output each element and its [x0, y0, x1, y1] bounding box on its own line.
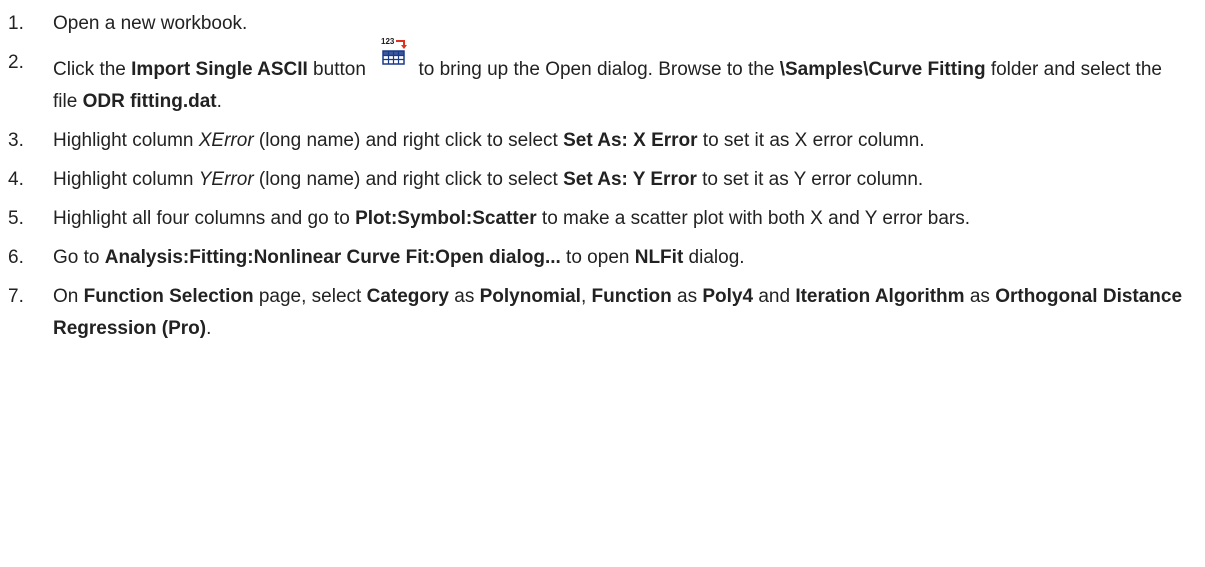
step-number: 7. [8, 286, 24, 307]
text-run: to bring up the Open dialog. Browse to t… [418, 59, 780, 80]
text-run: page, select [253, 286, 367, 307]
bold-term: Import Single ASCII [131, 59, 308, 80]
step-text: Highlight all four columns and go to Plo… [53, 208, 970, 229]
bold-term: Set As: X Error [563, 130, 698, 151]
text-run: button [307, 59, 372, 80]
bold-term: Polynomial [479, 286, 581, 307]
step-6: 6. Go to Analysis:Fitting:Nonlinear Curve… [0, 242, 1205, 274]
text-run: to open [560, 247, 635, 268]
step-number: 6. [8, 247, 24, 268]
text-run: dialog. [683, 247, 745, 268]
text-run: Highlight column [53, 130, 199, 151]
text-run: Open a new workbook. [53, 13, 248, 34]
step-number: 5. [8, 208, 24, 229]
text-run: Click the [53, 59, 132, 80]
bold-term: \Samples\Curve Fitting [779, 59, 986, 80]
step-text: Open a new workbook. [53, 13, 247, 34]
step-5: 5. Highlight all four columns and go to P… [0, 203, 1205, 235]
bold-term: Set As: Y Error [563, 169, 697, 190]
bold-term: Category [366, 286, 449, 307]
step-2: 2. Click the Import Single ASCII button 1… [0, 37, 1205, 118]
bold-term: Analysis:Fitting:Nonlinear Curve Fit:Ope… [104, 247, 561, 268]
step-text: Highlight column XError (long name) and … [53, 130, 925, 151]
text-run: and [753, 286, 796, 307]
step-7: 7. On Function Selection page, select Cat… [0, 281, 1205, 345]
italic-term: YError [198, 169, 254, 190]
bold-term: Iteration Algorithm [795, 286, 965, 307]
step-text: Go to Analysis:Fitting:Nonlinear Curve F… [53, 247, 745, 268]
step-text: Highlight column YError (long name) and … [53, 169, 923, 190]
step-number: 1. [8, 13, 24, 34]
text-run: . [206, 318, 212, 339]
bold-term: Plot:Symbol:Scatter [355, 208, 537, 229]
step-text: Click the Import Single ASCII button 123… [53, 37, 1162, 112]
icon-badge-text: 123 [381, 37, 395, 46]
text-run: (long name) and right click to select [253, 130, 564, 151]
step-1: 1. Open a new workbook. [0, 8, 1205, 40]
text-run: to make a scatter plot with both X and Y… [536, 208, 971, 229]
text-run: as [671, 286, 703, 307]
bold-term: Poly4 [702, 286, 754, 307]
instruction-steps: 1. Open a new workbook. 2. Click the Import… [0, 8, 1205, 345]
import-single-ascii-icon: 123 [377, 37, 411, 81]
step-4: 4. Highlight column YError (long name) an… [0, 164, 1205, 196]
text-run: to set it as X error column. [697, 130, 925, 151]
step-number: 4. [8, 169, 24, 190]
step-3: 3. Highlight column XError (long name) an… [0, 125, 1205, 157]
step-text: On Function Selection page, select Categ… [53, 286, 1182, 339]
text-run: Highlight column [53, 169, 199, 190]
bold-term: Function [591, 286, 672, 307]
text-run: , [580, 286, 592, 307]
text-run: Highlight all four columns and go to [53, 208, 356, 229]
bold-term: ODR fitting.dat [82, 91, 217, 112]
text-run: (long name) and right click to select [253, 169, 564, 190]
text-run: Go to [53, 247, 105, 268]
text-run: . [216, 91, 222, 112]
bold-term: NLFit [634, 247, 684, 268]
step-number: 3. [8, 130, 24, 151]
text-run: as [448, 286, 480, 307]
text-run: as [964, 286, 996, 307]
italic-term: XError [198, 130, 254, 151]
step-number: 2. [8, 52, 24, 73]
text-run: to set it as Y error column. [696, 169, 924, 190]
text-run: On [53, 286, 84, 307]
bold-term: Function Selection [83, 286, 254, 307]
